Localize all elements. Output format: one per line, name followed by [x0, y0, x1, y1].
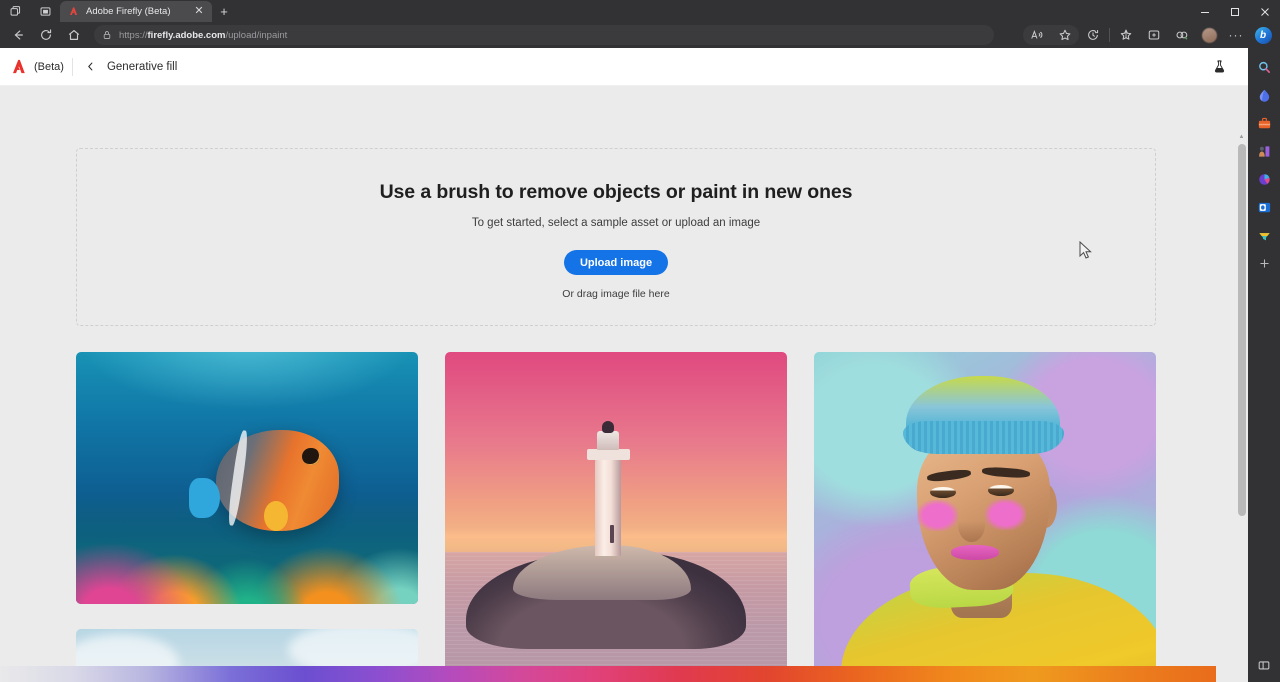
dropzone-subtitle: To get started, select a sample asset or…	[472, 217, 760, 229]
gallery-column-1	[76, 352, 418, 682]
portrait-cheek-right	[985, 499, 1026, 530]
split-window-icon[interactable]	[1168, 24, 1196, 46]
sample-pop-portrait[interactable]	[814, 352, 1156, 682]
copilot-icon: b	[1255, 27, 1272, 44]
profile-avatar	[1202, 28, 1217, 43]
upload-image-button[interactable]: Upload image	[564, 250, 668, 275]
shopping-icon[interactable]	[1251, 82, 1277, 108]
firefly-header: (Beta) Generative fill	[0, 48, 1248, 86]
history-icon[interactable]	[1079, 24, 1107, 46]
browser-window: Adobe Firefly (Beta) ✕ +	[0, 0, 1280, 682]
maximize-button[interactable]	[1220, 1, 1250, 22]
customize-sidebar-icon[interactable]	[1251, 652, 1277, 678]
favorite-star-icon[interactable]	[1051, 24, 1079, 46]
collections-icon[interactable]	[1112, 24, 1140, 46]
firefly-body: Use a brush to remove objects or paint i…	[0, 86, 1248, 682]
settings-and-more-icon[interactable]: ···	[1222, 24, 1250, 46]
sample-lighthouse-sunset[interactable]	[445, 352, 787, 682]
tools-icon[interactable]	[1251, 110, 1277, 136]
mouse-cursor	[1079, 241, 1093, 261]
tab-overview-icon[interactable]	[0, 1, 30, 22]
sample-underwater-reef[interactable]	[76, 352, 418, 604]
new-tab-button[interactable]: +	[212, 1, 236, 22]
portrait-artwork	[814, 352, 1156, 682]
outlook-icon[interactable]	[1251, 194, 1277, 220]
tab-strip: Adobe Firefly (Beta) ✕ +	[0, 0, 1280, 22]
portrait-cheek-left	[917, 500, 958, 531]
browser-toolbar: https://firefly.adobe.com/upload/inpaint	[0, 22, 1280, 48]
tab-close-icon[interactable]: ✕	[192, 5, 206, 19]
lighthouse-lamp-room	[597, 431, 619, 450]
read-aloud-favorite-group	[1023, 25, 1079, 45]
portrait-lips	[951, 545, 999, 559]
profile-button[interactable]	[1196, 24, 1222, 46]
portrait-beanie-brim	[903, 421, 1064, 454]
close-button[interactable]	[1250, 1, 1280, 22]
lighthouse-artwork	[445, 352, 787, 682]
games-icon[interactable]	[1251, 138, 1277, 164]
lighthouse-door	[610, 525, 614, 544]
address-bar[interactable]: https://firefly.adobe.com/upload/inpaint	[94, 25, 994, 45]
page-scrollbar-thumb[interactable]	[1238, 144, 1246, 516]
reef-artwork	[76, 352, 418, 604]
portrait-eye-left	[930, 487, 956, 498]
home-button-icon[interactable]	[60, 24, 88, 46]
portrait-nose	[958, 507, 985, 542]
reef-fish-tail-fin	[264, 501, 288, 531]
adobe-firefly-favicon	[68, 6, 80, 18]
beaker-icon[interactable]	[1208, 56, 1230, 78]
gallery-column-2	[445, 352, 787, 682]
page-scrollbar[interactable]: ▲	[1236, 124, 1248, 682]
firefly-brand-gradient-bar	[0, 666, 1216, 682]
window-controls	[1190, 1, 1280, 22]
address-bar-url: https://firefly.adobe.com/upload/inpaint	[119, 30, 287, 41]
drop-icon[interactable]	[1251, 222, 1277, 248]
browser-essentials-icon[interactable]	[1140, 24, 1168, 46]
reef-fish-fin	[189, 478, 220, 518]
lighthouse-gallery-deck	[587, 449, 630, 461]
lighthouse-tower	[595, 456, 621, 556]
header-divider	[72, 58, 73, 76]
firefly-page: (Beta) Generative fill Use a brush to re…	[0, 48, 1248, 682]
header-right-actions	[1208, 56, 1238, 78]
insights-icon[interactable]	[1251, 166, 1277, 192]
back-button-icon[interactable]	[4, 24, 32, 46]
page-title: Generative fill	[107, 61, 177, 73]
search-icon[interactable]	[1251, 54, 1277, 80]
edge-sidebar	[1248, 48, 1280, 682]
adobe-logo[interactable]	[10, 58, 30, 76]
browser-chrome: Adobe Firefly (Beta) ✕ +	[0, 0, 1280, 48]
beta-label: (Beta)	[34, 61, 64, 73]
dropzone-drag-hint: Or drag image file here	[562, 288, 669, 300]
dropzone-title: Use a brush to remove objects or paint i…	[380, 181, 853, 204]
tab-title: Adobe Firefly (Beta)	[86, 6, 186, 17]
refresh-button-icon[interactable]	[32, 24, 60, 46]
toolbar-right-actions: ··· b	[1023, 24, 1276, 46]
sample-gallery	[76, 352, 1248, 682]
reef-fish-eye	[302, 448, 320, 466]
minimize-button[interactable]	[1190, 1, 1220, 22]
add-icon[interactable]	[1251, 250, 1277, 276]
portrait-eye-right	[988, 485, 1014, 496]
browser-tab[interactable]: Adobe Firefly (Beta) ✕	[60, 1, 212, 22]
gallery-column-3	[814, 352, 1156, 682]
lighthouse-cap	[602, 421, 614, 433]
split-screen-icon[interactable]	[30, 1, 60, 22]
lock-icon	[102, 30, 112, 40]
scroll-up-arrow[interactable]: ▲	[1238, 134, 1245, 140]
upload-dropzone[interactable]: Use a brush to remove objects or paint i…	[76, 148, 1156, 326]
read-aloud-icon[interactable]	[1023, 24, 1051, 46]
toolbar-divider	[1109, 28, 1110, 42]
copilot-button[interactable]: b	[1250, 24, 1276, 46]
back-chevron-icon[interactable]	[81, 57, 101, 77]
